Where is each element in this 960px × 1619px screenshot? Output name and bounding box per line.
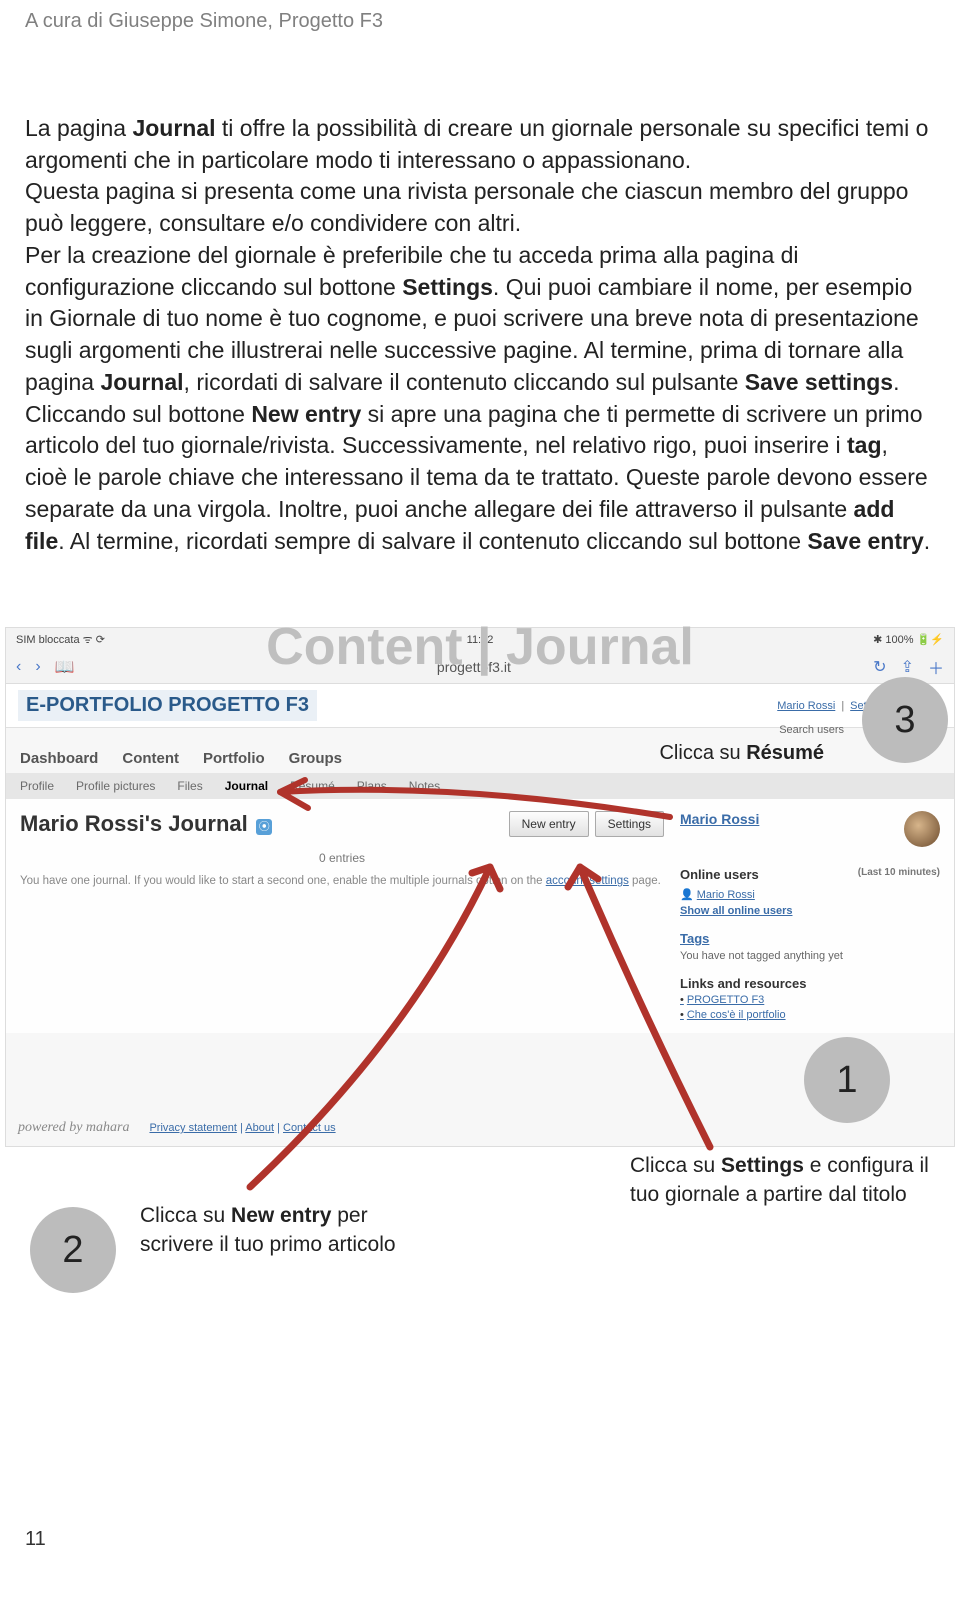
- subtab-journal[interactable]: Journal: [225, 779, 268, 793]
- bold: Save settings: [745, 369, 893, 395]
- body-text: La pagina Journal ti offre la possibilit…: [0, 33, 960, 587]
- callout-bubble-2: 2: [30, 1207, 116, 1293]
- tab-portfolio[interactable]: Portfolio: [203, 750, 265, 767]
- new-entry-button[interactable]: New entry: [509, 811, 589, 837]
- bold: tag: [847, 432, 882, 458]
- resume-callout: Clicca su Résumé: [659, 742, 824, 765]
- text: La pagina: [25, 115, 132, 141]
- sidebar: Mario Rossi Online users (Last 10 minute…: [680, 811, 940, 1021]
- text: , ricordati di salvare il contenuto clic…: [184, 369, 745, 395]
- links-heading: Links and resources: [680, 976, 940, 991]
- online-user-item: 👤 Mario Rossi: [680, 888, 940, 901]
- reload-icon[interactable]: ↻: [873, 657, 886, 677]
- link-item[interactable]: •PROGETTO F3: [680, 994, 940, 1006]
- mahara-logo: powered by mahara: [18, 1120, 129, 1136]
- callout-caption-1: Clicca su Settings e configura il tuo gi…: [630, 1152, 930, 1209]
- subtab-files[interactable]: Files: [177, 779, 202, 793]
- content-area: Mario Rossi's Journal ⦿ New entry Settin…: [6, 799, 954, 1033]
- callout-bubble-3: 3: [862, 677, 948, 763]
- mahara-topbar: E-PORTFOLIO PROGETTO F3 Mario Rossi | Se…: [6, 684, 954, 728]
- bold: Résumé: [746, 742, 824, 764]
- journal-info: You have one journal. If you would like …: [20, 873, 664, 889]
- mahara-footer: powered by mahara Privacy statement | Ab…: [18, 1120, 336, 1136]
- site-title[interactable]: E-PORTFOLIO PROGETTO F3: [18, 690, 317, 721]
- bookmarks-icon[interactable]: 📖: [55, 657, 75, 677]
- text: Che cos'è il portfolio: [687, 1009, 786, 1021]
- callout-bubble-1: 1: [804, 1037, 890, 1123]
- show-all-online-link[interactable]: Show all online users: [680, 905, 940, 917]
- subtab-notes[interactable]: Notes: [409, 779, 440, 793]
- avatar[interactable]: [904, 811, 940, 847]
- privacy-link[interactable]: Privacy statement: [149, 1122, 236, 1134]
- tab-dashboard[interactable]: Dashboard: [20, 750, 98, 767]
- subtab-resume[interactable]: Résumé: [290, 779, 335, 793]
- tags-empty-msg: You have not tagged anything yet: [680, 950, 940, 962]
- forward-icon[interactable]: ›: [35, 658, 40, 676]
- share-icon[interactable]: ⇪: [901, 657, 914, 677]
- text: .: [924, 528, 930, 554]
- settings-button[interactable]: Settings: [595, 811, 664, 837]
- subtab-plans[interactable]: Plans: [357, 779, 387, 793]
- callout-caption-2: Clicca su New entry per scrivere il tuo …: [140, 1202, 440, 1259]
- search-users-label: Search users: [779, 724, 844, 736]
- user-link[interactable]: Mario Rossi: [777, 700, 835, 712]
- rss-icon[interactable]: ⦿: [256, 819, 272, 835]
- about-link[interactable]: About: [245, 1122, 274, 1134]
- online-user-link[interactable]: Mario Rossi: [697, 889, 755, 901]
- text: Clicca su: [659, 742, 746, 764]
- subtab-profile[interactable]: Profile: [20, 779, 54, 793]
- entries-count: 0 entries: [20, 837, 664, 873]
- sub-tabs: Profile Profile pictures Files Journal R…: [6, 773, 954, 799]
- sidebar-user-link[interactable]: Mario Rossi: [680, 811, 759, 827]
- tab-content[interactable]: Content: [122, 750, 179, 767]
- doc-header: A cura di Giuseppe Simone, Progetto F3: [0, 0, 960, 33]
- text: page.: [629, 875, 661, 887]
- safari-toolbar: ‹ › 📖 progettof3.it ↻ ⇪ ＋: [6, 651, 954, 684]
- text: Clicca su: [630, 1154, 721, 1177]
- bold: Journal: [132, 115, 215, 141]
- bold: Journal: [100, 369, 183, 395]
- bold: Save entry: [807, 528, 923, 554]
- back-icon[interactable]: ‹: [16, 658, 21, 676]
- journal-heading: Mario Rossi's Journal: [20, 811, 248, 837]
- screenshot-container: Content | Journal SIM bloccata ᯤ ⟳ 11:32…: [0, 627, 960, 1377]
- tab-groups[interactable]: Groups: [289, 750, 342, 767]
- journal-buttons: New entry Settings: [509, 811, 664, 837]
- online-meta: (Last 10 minutes): [858, 867, 940, 878]
- bold: New entry: [231, 1204, 331, 1227]
- ios-statusbar: SIM bloccata ᯤ ⟳ 11:32 ✱ 100% 🔋⚡: [6, 628, 954, 651]
- url-field[interactable]: progettof3.it: [89, 659, 860, 675]
- bold: New entry: [251, 401, 361, 427]
- text: Questa pagina si presenta come una rivis…: [25, 178, 908, 236]
- bold: Settings: [721, 1154, 804, 1177]
- subtab-profile-pictures[interactable]: Profile pictures: [76, 779, 155, 793]
- text: . Al termine, ricordati sempre di salvar…: [58, 528, 807, 554]
- bold: Settings: [402, 274, 493, 300]
- status-time: 11:32: [6, 634, 954, 646]
- main-column: Mario Rossi's Journal ⦿ New entry Settin…: [20, 811, 664, 1021]
- link-item[interactable]: •Che cos'è il portfolio: [680, 1009, 940, 1021]
- tags-heading[interactable]: Tags: [680, 931, 709, 946]
- text: PROGETTO F3: [687, 994, 764, 1006]
- text: Online users: [680, 867, 759, 882]
- text: You have one journal. If you would like …: [20, 875, 546, 887]
- account-settings-link[interactable]: account settings: [546, 875, 629, 887]
- online-users-heading: Online users (Last 10 minutes): [680, 867, 940, 882]
- contact-link[interactable]: Contact us: [283, 1122, 336, 1134]
- text: .: [893, 369, 899, 395]
- text: Clicca su: [140, 1204, 231, 1227]
- sep: |: [841, 700, 844, 712]
- user-mini-avatar: 👤: [680, 889, 694, 901]
- page-number: 11: [25, 1528, 46, 1551]
- new-tab-icon[interactable]: ＋: [928, 655, 944, 679]
- text: Cliccando sul bottone: [25, 401, 251, 427]
